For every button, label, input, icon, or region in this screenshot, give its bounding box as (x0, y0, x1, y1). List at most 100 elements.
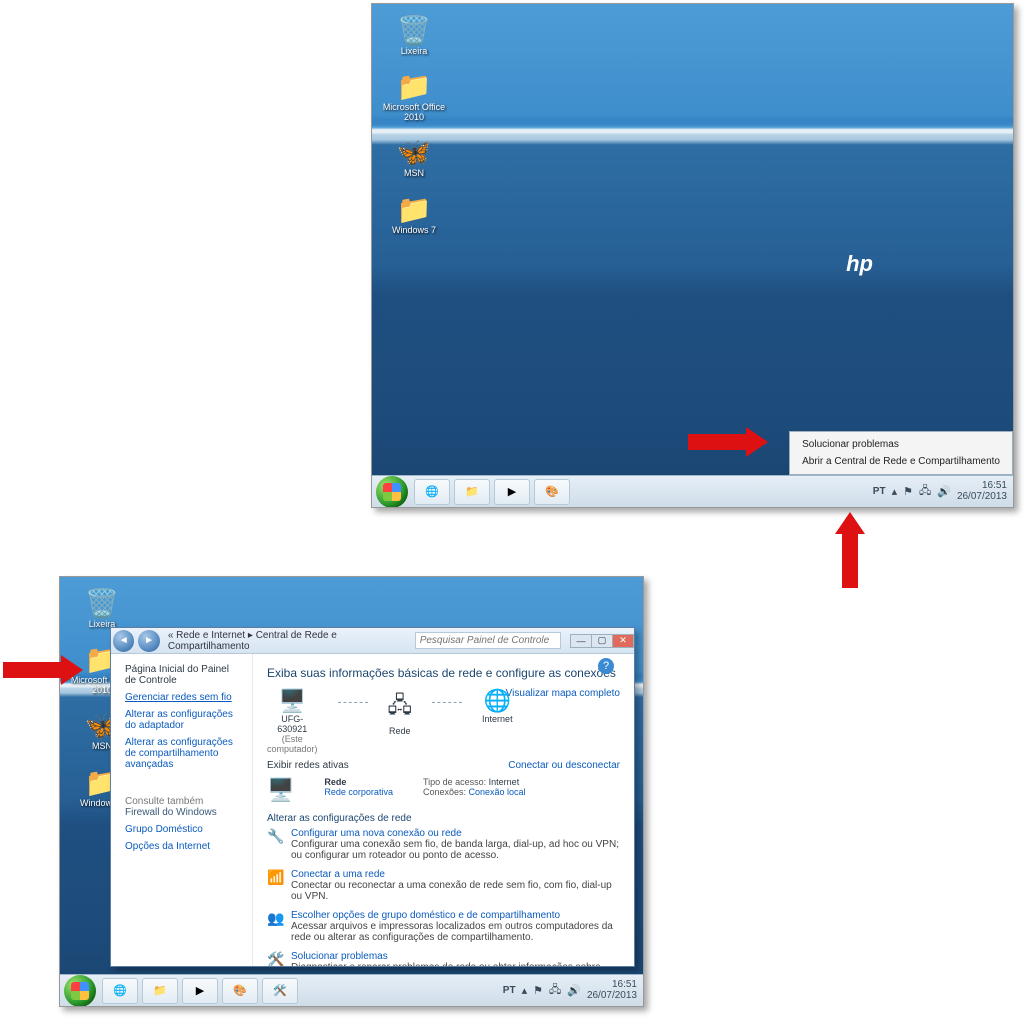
window-body: Página Inicial do Painel de Controle Ger… (111, 654, 634, 966)
maximize-button[interactable]: ▢ (591, 634, 613, 648)
office-2010-icon: 📁 (397, 70, 432, 103)
view-map-link[interactable]: Visualizar mapa completo (506, 688, 620, 699)
conn-value[interactable]: Conexão local (469, 787, 526, 797)
taskbar-paint-icon[interactable]: 🎨 (534, 479, 570, 505)
network-context-menu: Solucionar problemasAbrir a Central de R… (789, 431, 1013, 475)
task-icon: 📶 (267, 869, 283, 902)
task-link[interactable]: Conectar a uma rede (291, 869, 620, 880)
taskbar: 🌐 📁 ▶ 🎨 🛠️ PT ▴ ⚑ 🖧 🔊 16:51 26/07/2013 (60, 974, 643, 1006)
see-link-internet[interactable]: Opções da Internet (125, 841, 242, 852)
desktop-icon-lixeira[interactable]: 🗑️Lixeira (70, 587, 134, 629)
sidebar: Página Inicial do Painel de Controle Ger… (111, 654, 253, 966)
tray-date: 26/07/2013 (957, 492, 1007, 503)
map-dash (338, 702, 368, 703)
start-button[interactable] (64, 975, 96, 1007)
taskbar-ie-icon[interactable]: 🌐 (102, 978, 138, 1004)
task-icon: 🔧 (267, 828, 283, 861)
back-button[interactable]: ◄ (113, 630, 134, 652)
tray-volume-icon[interactable]: 🔊 (567, 984, 581, 997)
tray-time: 16:51 (587, 980, 637, 991)
network-icon: 🖧 (388, 688, 413, 726)
taskbar: 🌐 📁 ▶ 🎨 PT ▴ ⚑ 🖧 🔊 16:51 26/07/2013 (372, 475, 1013, 507)
task-1: 📶Conectar a uma redeConectar ou reconect… (267, 869, 620, 902)
active-network-icon: 🖥️ (267, 777, 294, 803)
taskbar-media-icon[interactable]: ▶ (494, 479, 530, 505)
conn-label: Conexões: (423, 787, 466, 797)
desktop-icon-label: Lixeira (382, 47, 446, 56)
taskbar-explorer-icon[interactable]: 📁 (454, 479, 490, 505)
node-pc-label: UFG-630921 (267, 714, 318, 734)
main-pane: Exiba suas informações básicas de rede e… (253, 654, 634, 966)
sidebar-header: Página Inicial do Painel de Controle (125, 664, 242, 686)
desktop-icon-label: Windows 7 (382, 226, 446, 235)
tray-flag-icon[interactable]: ⚑ (533, 984, 543, 997)
task-desc: Diagnosticar e reparar problemas de rede… (291, 962, 620, 966)
connect-disconnect-link[interactable]: Conectar ou desconectar (508, 760, 620, 771)
node-pc-sub: (Este computador) (267, 734, 318, 754)
tray-network-icon[interactable]: 🖧 (549, 981, 561, 1000)
desktop-icon-msn[interactable]: 🦋MSN (382, 136, 446, 178)
tray-time: 16:51 (957, 481, 1007, 492)
close-button[interactable]: ✕ (612, 634, 634, 648)
help-icon[interactable]: ? (598, 658, 614, 674)
see-link-homegroup[interactable]: Grupo Doméstico (125, 824, 242, 835)
forward-button[interactable]: ► (138, 630, 159, 652)
system-tray: PT ▴ ⚑ 🖧 🔊 16:51 26/07/2013 (873, 481, 1013, 502)
see-link-firewall[interactable]: Firewall do Windows (125, 807, 242, 818)
start-button[interactable] (376, 476, 408, 508)
tray-clock[interactable]: 16:51 26/07/2013 (957, 481, 1007, 502)
tray-network-icon[interactable]: 🖧 (919, 482, 931, 501)
desktop-icon-lixeira[interactable]: 🗑️Lixeira (382, 14, 446, 56)
task-0: 🔧 Configurar uma nova conexão ou redeConf… (267, 828, 620, 861)
page-title: Exiba suas informações básicas de rede e… (267, 666, 620, 680)
breadcrumb[interactable]: « Rede e Internet ▸ Central de Rede e Co… (168, 630, 415, 652)
sidebar-link-adapter[interactable]: Alterar as configurações do adaptador (125, 709, 242, 731)
desktop-icons: 🗑️Lixeira📁Microsoft Office 2010🦋MSN📁Wind… (382, 14, 446, 249)
task-icon: 🛠️ (267, 951, 283, 966)
access-value: Internet (489, 777, 520, 787)
control-panel-window: ◄ ► « Rede e Internet ▸ Central de Rede … (110, 627, 635, 967)
task-link[interactable]: Configurar uma nova conexão ou rede (291, 828, 620, 839)
desktop-icon-office-2010[interactable]: 📁Microsoft Office 2010 (382, 70, 446, 122)
active-hdr-text: Exibir redes ativas (267, 760, 349, 771)
minimize-button[interactable]: — (570, 634, 592, 648)
tray-flag-icon[interactable]: ⚑ (903, 485, 913, 498)
active-networks-header: Exibir redes ativas Conectar ou desconec… (267, 760, 620, 771)
see-also-header: Consulte também (125, 796, 242, 807)
task-link[interactable]: Solucionar problemas (291, 951, 620, 962)
taskbar-explorer-icon[interactable]: 📁 (142, 978, 178, 1004)
search-input[interactable] (415, 632, 561, 649)
node-inet-label: Internet (482, 714, 513, 724)
task-desc: Configurar uma conexão sem fio, de banda… (291, 839, 620, 861)
taskbar-control-panel-icon[interactable]: 🛠️ (262, 978, 298, 1004)
taskbar-ie-icon[interactable]: 🌐 (414, 479, 450, 505)
windows-7-icon: 📁 (397, 193, 432, 226)
taskbar-paint-icon[interactable]: 🎨 (222, 978, 258, 1004)
active-network: 🖥️ Rede Rede corporativa Tipo de acesso:… (267, 777, 620, 803)
desktop-icon-windows-7[interactable]: 📁Windows 7 (382, 193, 446, 235)
tasks-list: 🔧 Configurar uma nova conexão ou redeConf… (267, 828, 620, 966)
task-icon: 👥 (267, 910, 283, 943)
tray-volume-icon[interactable]: 🔊 (937, 485, 951, 498)
sidebar-link-wireless[interactable]: Gerenciar redes sem fio (125, 692, 242, 703)
language-indicator[interactable]: PT (873, 486, 886, 497)
tray-clock[interactable]: 16:51 26/07/2013 (587, 980, 637, 1001)
window-titlebar: ◄ ► « Rede e Internet ▸ Central de Rede … (111, 628, 634, 654)
lixeira-icon: 🗑️ (85, 587, 120, 620)
language-indicator[interactable]: PT (503, 985, 516, 996)
sidebar-link-sharing[interactable]: Alterar as configurações de compartilham… (125, 737, 242, 770)
context-menu-item-0[interactable]: Solucionar problemas (790, 436, 1012, 453)
context-menu-item-1[interactable]: Abrir a Central de Rede e Compartilhamen… (790, 453, 1012, 470)
tray-chevron-icon[interactable]: ▴ (892, 485, 898, 498)
lixeira-icon: 🗑️ (397, 14, 432, 47)
desktop-icon-label: MSN (382, 169, 446, 178)
tray-chevron-icon[interactable]: ▴ (522, 984, 528, 997)
task-2: 👥 Escolher opções de grupo doméstico e de… (267, 910, 620, 943)
task-link[interactable]: Escolher opções de grupo doméstico e de … (291, 910, 620, 921)
node-net-label: Rede (388, 726, 413, 736)
node-this-pc: 🖥️ UFG-630921 (Este computador) (267, 688, 318, 754)
active-type[interactable]: Rede corporativa (324, 787, 393, 797)
taskbar-media-icon[interactable]: ▶ (182, 978, 218, 1004)
active-name: Rede (324, 777, 393, 787)
network-map: 🖥️ UFG-630921 (Este computador) 🖧 Rede 🌐… (267, 688, 506, 754)
